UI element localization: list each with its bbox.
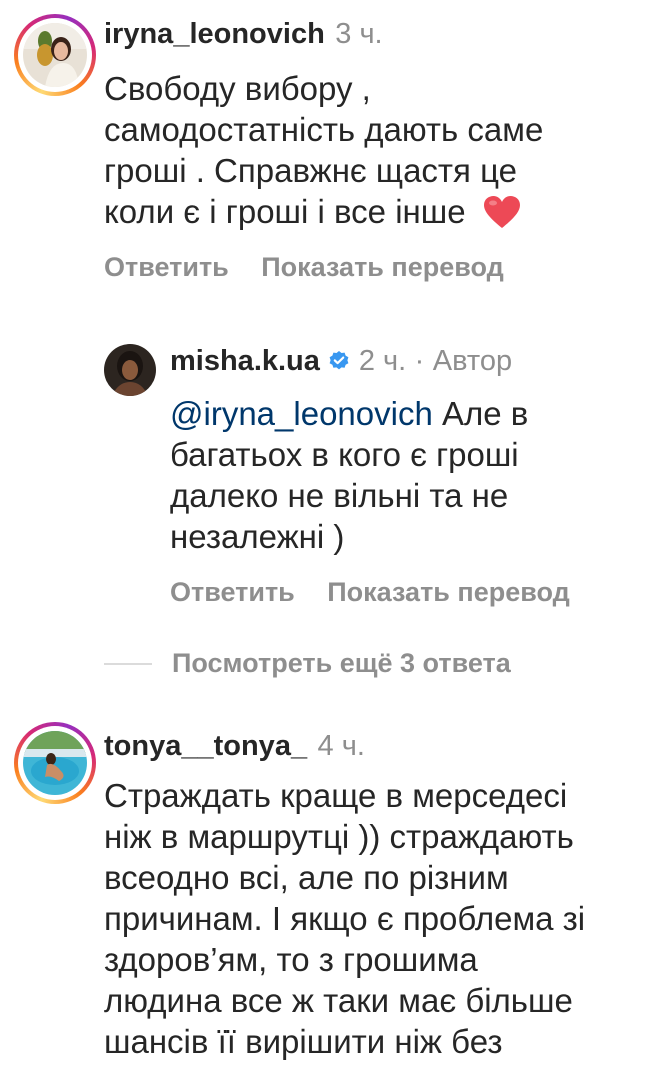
comment-line: самодостатність дають саме <box>104 111 544 148</box>
reply-line: багатьох в кого є гроші <box>170 436 519 473</box>
comment-line: Свободу вибору , <box>104 70 371 107</box>
reply-line: незалежні ) <box>170 518 345 555</box>
comment-line: шансів її вирішити ніж без <box>104 1023 503 1060</box>
mention-link[interactable]: @iryna_leonovich <box>170 395 433 432</box>
comment-username[interactable]: iryna_leonovich <box>104 18 325 50</box>
reply-line: далеко не вільні та не <box>170 477 509 514</box>
reply-time: 2 ч. <box>358 345 407 377</box>
show-translation-button[interactable]: Показать перевод <box>261 252 504 282</box>
reply-reply-button[interactable]: Ответить <box>170 577 295 607</box>
reply-line: Але в <box>432 395 529 432</box>
author-badge: Автор <box>432 345 513 377</box>
avatar-tonya-tonya[interactable] <box>14 722 96 804</box>
red-heart-icon <box>483 195 521 238</box>
comment-line: здоров’ям, то з грошима <box>104 941 478 978</box>
comment-line: Страждать краще в мерседесі <box>104 777 568 814</box>
avatar-photo <box>23 23 87 87</box>
comment-line: всеодно всі, але по різним <box>104 859 509 896</box>
comment-line: людина все ж таки має більше <box>104 982 573 1019</box>
reply-button[interactable]: Ответить <box>104 252 229 282</box>
avatar-misha-k-ua[interactable] <box>104 344 156 396</box>
comment-line: ніж в маршрутці )) страждають <box>104 818 574 855</box>
reply-username[interactable]: misha.k.ua <box>170 345 320 377</box>
comment-time: 4 ч. <box>317 730 365 762</box>
comment-line: причинам. І якщо є проблема зі <box>104 900 586 937</box>
avatar-photo <box>23 731 87 795</box>
meta-separator: · <box>414 345 425 377</box>
view-more-replies-button[interactable]: Посмотреть ещё 3 ответа <box>172 648 511 679</box>
avatar-iryna-leonovich[interactable] <box>14 14 96 96</box>
comment-line: гроші . Справжнє щастя це <box>104 152 517 189</box>
comment-text: Свободу вибору , самодостатність дають с… <box>104 68 543 238</box>
reply-text: @iryna_leonovich Але в багатьох в кого є… <box>170 393 528 557</box>
comment-username[interactable]: tonya__tonya_ <box>104 730 307 762</box>
view-replies-divider <box>104 663 152 665</box>
verified-badge-icon <box>328 350 350 377</box>
comment-line: коли є і гроші і все інше <box>104 193 466 230</box>
comment-text: Страждать краще в мерседесі ніж в маршру… <box>104 775 585 1062</box>
reply-show-translation-button[interactable]: Показать перевод <box>327 577 570 607</box>
comment-time: 3 ч. <box>335 18 383 50</box>
